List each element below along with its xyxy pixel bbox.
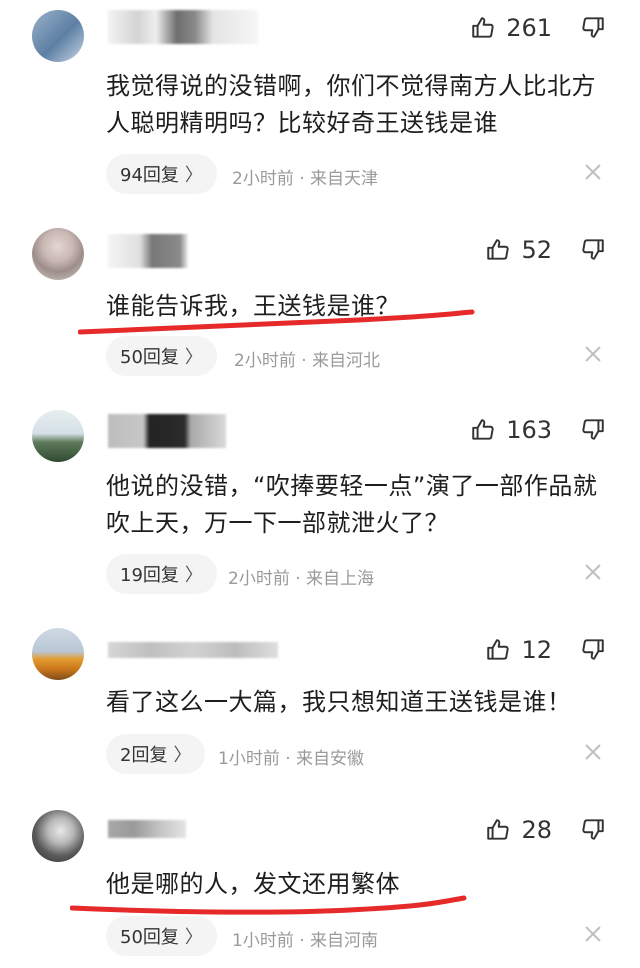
reply-label: 94回复 <box>120 165 179 186</box>
reply-label: 50回复 <box>120 347 179 368</box>
close-icon[interactable] <box>584 742 606 764</box>
thumbs-up-icon <box>487 819 510 840</box>
dislike-button[interactable] <box>580 636 606 662</box>
like-button[interactable]: 261 <box>470 14 552 42</box>
like-count: 261 <box>506 14 552 42</box>
comment-text: 他说的没错，“吹捧要轻一点”演了一部作品就吹上天，万一下一部就泄火了？ <box>106 472 598 537</box>
thumbs-down-icon <box>582 239 604 260</box>
avatar[interactable] <box>32 628 84 680</box>
like-button[interactable]: 28 <box>485 816 552 844</box>
reply-label: 19回复 <box>120 565 179 586</box>
chevron-right-icon: 〉 <box>184 165 203 186</box>
dislike-button[interactable] <box>580 816 606 842</box>
chevron-right-icon: 〉 <box>184 347 203 368</box>
thumbs-up-icon <box>487 639 510 660</box>
like-count: 52 <box>521 236 552 264</box>
thumbs-up-icon <box>472 17 494 38</box>
comment-item: 12 看了这么一大篇，我只想知道王送钱是谁！ 2回复 〉 1小时前 · 来自安徽 <box>0 620 640 790</box>
chevron-right-icon: 〉 <box>184 927 203 948</box>
username-blurred[interactable] <box>108 414 226 448</box>
like-count: 163 <box>506 416 552 444</box>
red-underline-annotation <box>78 309 475 335</box>
chevron-right-icon: 〉 <box>173 745 192 766</box>
thumbs-down-icon <box>582 819 604 840</box>
reply-label: 50回复 <box>120 927 179 948</box>
comment-text: 看了这么一大篇，我只想知道王送钱是谁！ <box>106 688 572 716</box>
comment-meta: 2小时前 · 来自河北 <box>234 351 381 371</box>
dislike-button[interactable] <box>580 416 606 442</box>
reply-count-button[interactable]: 50回复 〉 <box>106 916 217 956</box>
like-button[interactable]: 52 <box>485 236 552 264</box>
avatar[interactable] <box>32 228 84 280</box>
close-icon[interactable] <box>584 924 606 946</box>
avatar[interactable] <box>32 810 84 862</box>
reply-count-button[interactable]: 94回复 〉 <box>106 154 217 194</box>
thumbs-up-icon <box>487 239 510 260</box>
reply-count-button[interactable]: 50回复 〉 <box>106 336 217 376</box>
chevron-right-icon: 〉 <box>184 565 203 586</box>
comment-item: 163 他说的没错，“吹捧要轻一点”演了一部作品就吹上天，万一下一部就泄火了？ … <box>0 402 640 602</box>
thumbs-down-icon <box>582 639 604 660</box>
comment-item: 261 我觉得说的没错啊，你们不觉得南方人比北方人聪明精明吗？比较好奇王送钱是谁… <box>0 0 640 200</box>
thumbs-up-icon <box>472 419 494 440</box>
comment-meta: 2小时前 · 来自天津 <box>232 169 379 189</box>
thumbs-down-icon <box>582 419 604 440</box>
comment-item: 52 谁能告诉我，王送钱是谁？ 50回复 〉 2小时前 · 来自河北 <box>0 222 640 392</box>
like-count: 12 <box>521 636 552 664</box>
close-icon[interactable] <box>584 344 606 366</box>
comment-meta: 1小时前 · 来自安徽 <box>218 749 365 769</box>
comment-meta: 1小时前 · 来自河南 <box>232 931 379 951</box>
comment-meta: 2小时前 · 来自上海 <box>228 569 375 589</box>
username-blurred[interactable] <box>108 234 188 268</box>
comment-item: 28 他是哪的人，发文还用繁体 50回复 〉 1小时前 · 来自河南 <box>0 802 640 968</box>
like-button[interactable]: 12 <box>485 636 552 664</box>
reply-count-button[interactable]: 2回复 〉 <box>106 734 206 774</box>
username-blurred[interactable] <box>108 642 278 658</box>
username-blurred[interactable] <box>108 820 186 838</box>
avatar[interactable] <box>32 10 84 62</box>
close-icon[interactable] <box>584 562 606 584</box>
thumbs-down-icon <box>582 17 604 38</box>
close-icon[interactable] <box>584 162 606 184</box>
dislike-button[interactable] <box>580 236 606 262</box>
dislike-button[interactable] <box>580 14 606 40</box>
like-count: 28 <box>521 816 552 844</box>
username-blurred[interactable] <box>108 10 258 44</box>
reply-label: 2回复 <box>120 745 168 766</box>
reply-count-button[interactable]: 19回复 〉 <box>106 554 217 594</box>
like-button[interactable]: 163 <box>470 416 552 444</box>
avatar[interactable] <box>32 410 84 462</box>
comment-text: 我觉得说的没错啊，你们不觉得南方人比北方人聪明精明吗？比较好奇王送钱是谁 <box>106 72 596 137</box>
